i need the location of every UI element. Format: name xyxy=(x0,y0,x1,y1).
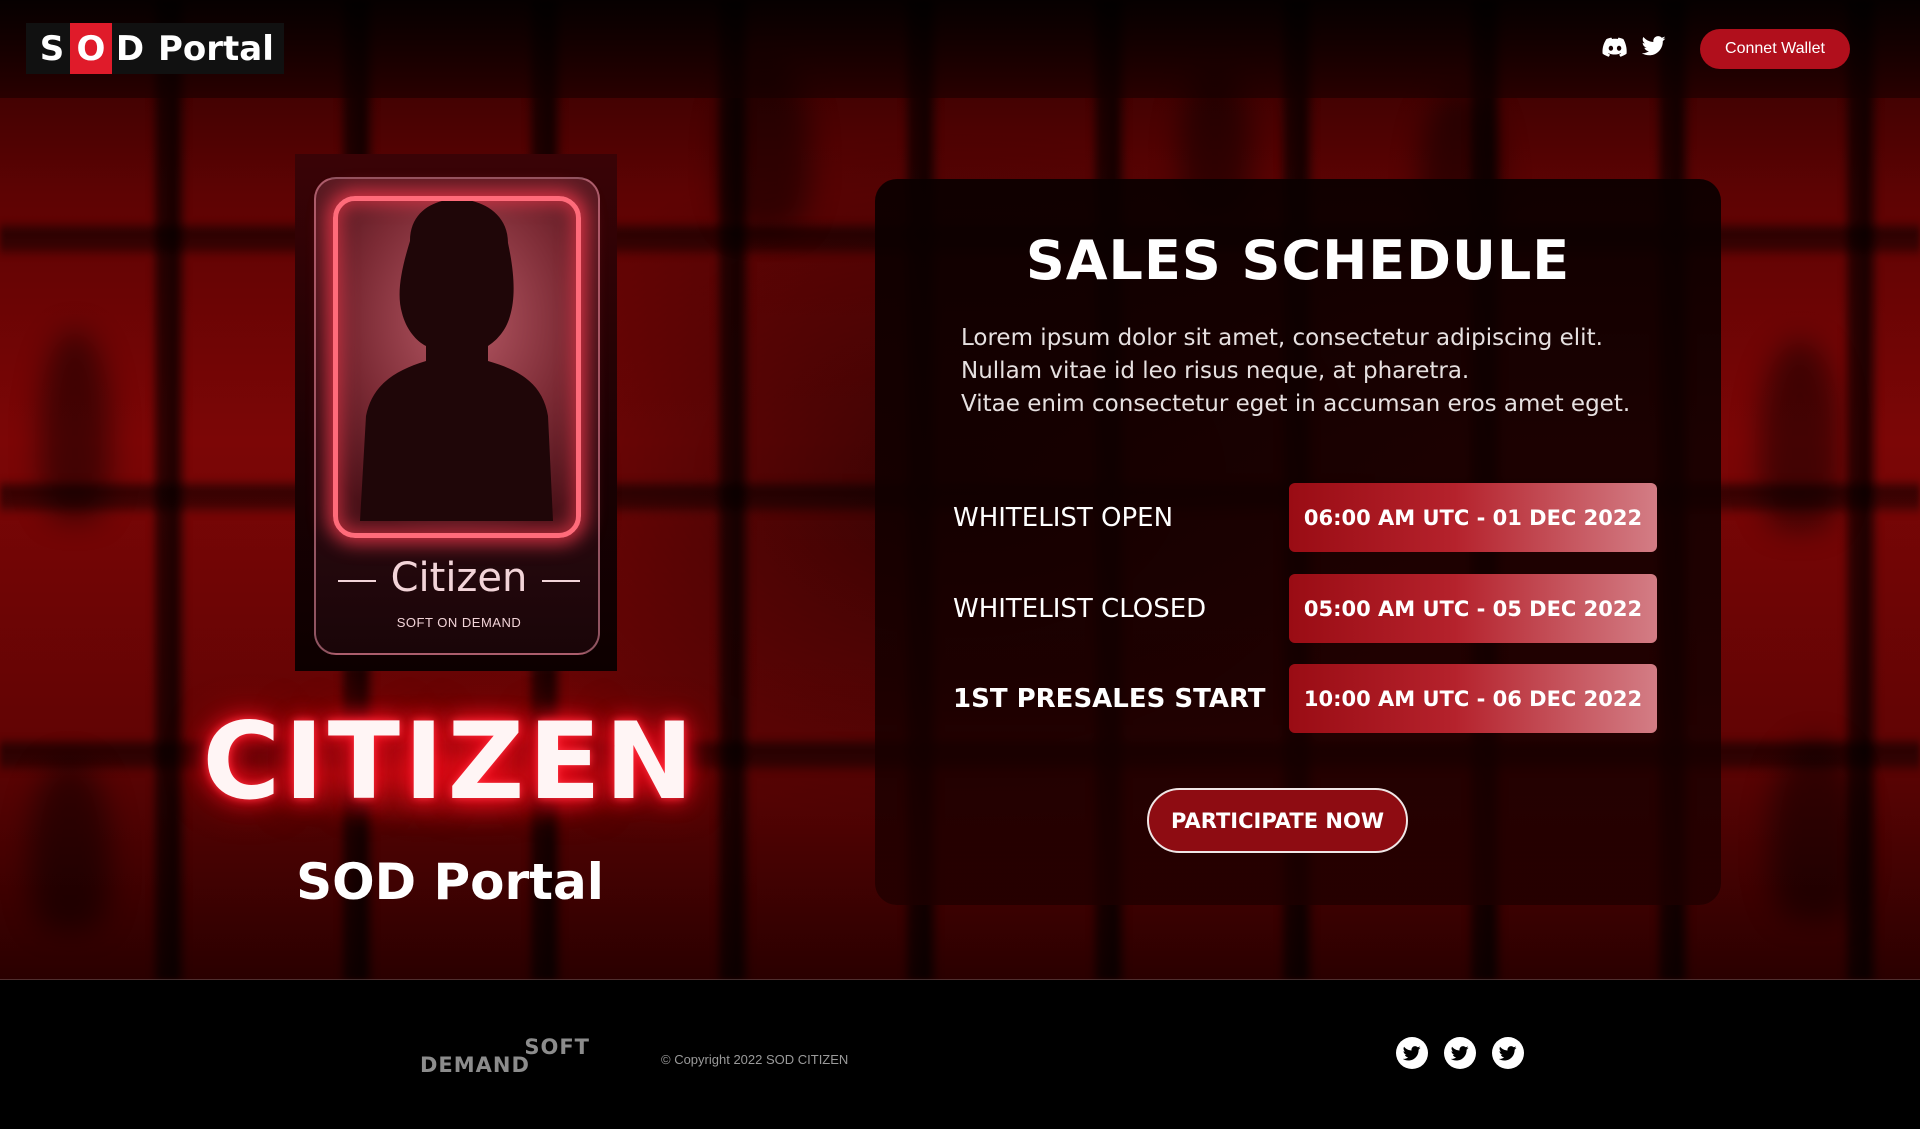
sales-schedule-panel: SALES SCHEDULE Lorem ipsum dolor sit ame… xyxy=(875,179,1721,905)
card-dash-right xyxy=(542,580,580,582)
hero-subtitle: SOD Portal xyxy=(296,853,604,911)
twitter-icon[interactable] xyxy=(1492,1037,1524,1069)
twitter-icon[interactable] xyxy=(1641,36,1668,58)
panel-title: SALES SCHEDULE xyxy=(1025,229,1571,292)
footer-logo-top: SOFT xyxy=(524,1035,590,1059)
hero-divider xyxy=(0,979,1920,980)
schedule-label: WHITELIST OPEN xyxy=(953,502,1174,533)
site-logo[interactable]: S O D Portal xyxy=(26,23,284,74)
footer-logo-bottom: DEMAND xyxy=(420,1053,530,1077)
schedule-label: 1ST PRESALES START xyxy=(953,683,1266,714)
header-social-links xyxy=(1602,36,1668,58)
copyright-text: © Copyright 2022 SOD CITIZEN xyxy=(661,1052,849,1067)
schedule-time: 06:00 AM UTC - 01 DEC 2022 xyxy=(1289,483,1657,552)
schedule-time: 05:00 AM UTC - 05 DEC 2022 xyxy=(1289,574,1657,643)
logo-letter-o: O xyxy=(70,23,112,74)
card-body: Citizen SOFT ON DEMAND xyxy=(314,177,600,655)
background-figure xyxy=(1770,740,1860,920)
top-nav: S O D Portal Connet Wallet xyxy=(0,0,1920,98)
description-line: Lorem ipsum dolor sit amet, consectetur … xyxy=(961,325,1603,351)
schedule-row-presales-start: 1ST PRESALES START 10:00 AM UTC - 06 DEC… xyxy=(953,664,1657,733)
silhouette-image xyxy=(360,201,553,521)
card-name: Citizen xyxy=(390,555,528,601)
connect-wallet-button[interactable]: Connet Wallet xyxy=(1700,29,1850,69)
description-line: Vitae enim consectetur eget in accumsan … xyxy=(961,391,1631,417)
schedule-time: 10:00 AM UTC - 06 DEC 2022 xyxy=(1289,664,1657,733)
participate-now-button[interactable]: PARTICIPATE NOW xyxy=(1147,788,1408,853)
logo-letter-s: S xyxy=(39,28,65,69)
schedule-label: WHITELIST CLOSED xyxy=(953,593,1207,624)
schedule-row-whitelist-open: WHITELIST OPEN 06:00 AM UTC - 01 DEC 202… xyxy=(953,483,1657,552)
footer-logo[interactable]: SOFT DEMAND xyxy=(420,1035,590,1077)
logo-letter-d: D xyxy=(115,28,145,69)
hero-title: CITIZEN xyxy=(202,700,698,823)
background-figure xyxy=(40,330,110,520)
discord-icon[interactable] xyxy=(1602,36,1628,58)
card-subtitle: SOFT ON DEMAND xyxy=(396,615,522,630)
footer: SOFT DEMAND © Copyright 2022 SOD CITIZEN xyxy=(0,981,1920,1129)
background-figure xyxy=(1760,340,1840,530)
twitter-icon[interactable] xyxy=(1396,1037,1428,1069)
footer-social-links xyxy=(1396,1037,1524,1069)
twitter-icon[interactable] xyxy=(1444,1037,1476,1069)
citizen-card: Citizen SOFT ON DEMAND xyxy=(295,154,617,671)
description-line: Nullam vitae id leo risus neque, at phar… xyxy=(961,358,1470,384)
portrait-frame xyxy=(333,196,581,538)
schedule-row-whitelist-closed: WHITELIST CLOSED 05:00 AM UTC - 05 DEC 2… xyxy=(953,574,1657,643)
panel-description: Lorem ipsum dolor sit amet, consectetur … xyxy=(961,322,1661,421)
logo-text: Portal xyxy=(158,28,274,69)
background-figure xyxy=(30,760,110,930)
